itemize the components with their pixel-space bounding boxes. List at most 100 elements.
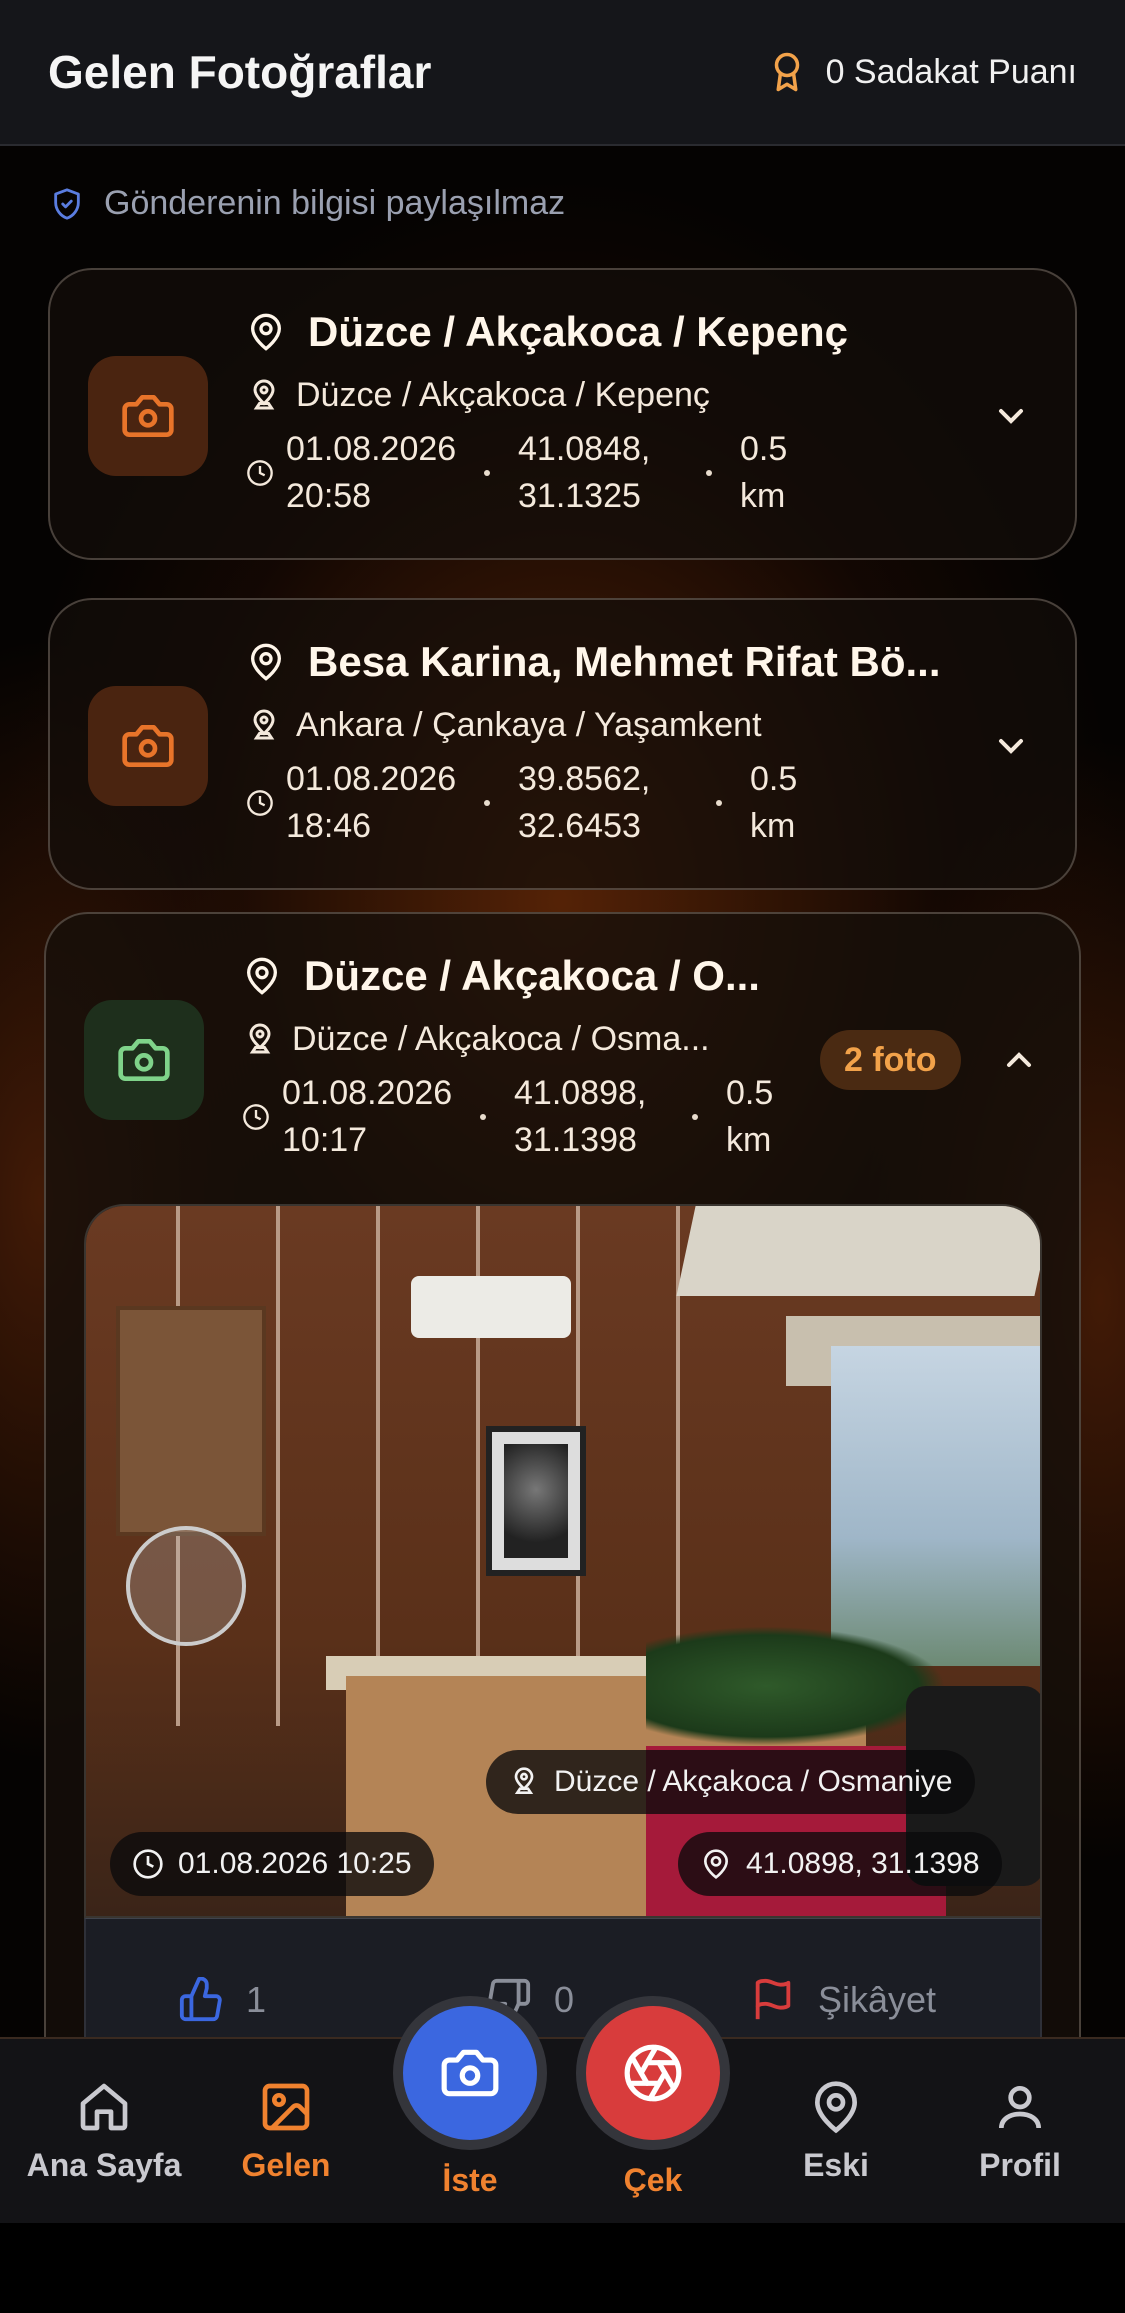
card-lon: 31.1325 — [518, 477, 641, 515]
camera-icon — [118, 1039, 170, 1081]
page-title: Gelen Fotoğraflar — [48, 46, 432, 98]
nav-profile[interactable]: Profil — [930, 2079, 1110, 2184]
photo-coords-chip: 41.0898, 31.1398 — [678, 1832, 1002, 1896]
map-pin-icon — [703, 1849, 729, 1880]
map-pin-icon — [250, 643, 282, 681]
photo-detail — [676, 1206, 1040, 1296]
card-title: Düzce / Akçakoca / Kepenç — [246, 308, 848, 356]
map-pin-icon — [250, 313, 282, 351]
card-time: 10:17 — [282, 1121, 368, 1159]
nav-old[interactable]: Eski — [746, 2079, 926, 2184]
flag-icon — [755, 1978, 791, 2020]
user-pin-icon — [249, 1023, 271, 1053]
user-pin-icon — [253, 709, 275, 739]
capture-photo-button[interactable] — [576, 1996, 730, 2150]
loyalty-points[interactable]: 0 Sadakat Puanı — [766, 51, 1077, 93]
clock-icon — [247, 460, 273, 486]
card-distance-unit: km — [750, 807, 796, 845]
user-icon — [999, 2086, 1041, 2129]
card-meta: 01.08.2026 20:58 41.0848, 31.1325 0.5 km — [246, 426, 787, 520]
nav-home-label: Ana Sayfa — [26, 2147, 182, 2183]
request-photo-label: İste — [442, 2162, 498, 2198]
card-date: 01.08.2026 — [286, 430, 457, 468]
chevron-down-icon[interactable] — [991, 726, 1031, 766]
card-title: Besa Karina, Mehmet Rifat Bö... — [246, 638, 940, 686]
like-count: 1 — [246, 1979, 267, 2020]
nav-home[interactable]: Ana Sayfa — [14, 2079, 194, 2184]
card-lat: 41.0898, — [514, 1074, 647, 1112]
card-meta: 01.08.2026 18:46 39.8562, 32.6453 0.5 km — [246, 756, 797, 850]
photo-actions: 1 0 Şikâyet — [84, 1918, 1042, 2054]
card-title-text: Düzce / Akçakoca / Kepenç — [308, 308, 849, 355]
top-bar: Gelen Fotoğraflar 0 Sadakat Puanı — [0, 0, 1125, 146]
photo-card[interactable]: Besa Karina, Mehmet Rifat Bö... Ankara /… — [48, 598, 1077, 890]
capture-photo-label: Çek — [623, 2162, 683, 2198]
points-label: 0 Sadakat Puanı — [825, 52, 1077, 91]
camera-icon — [122, 395, 174, 437]
separator-dot — [716, 800, 722, 806]
user-pin-icon — [514, 1767, 534, 1794]
card-time: 18:46 — [286, 807, 372, 845]
card-subtitle-text: Ankara / Çankaya / Yaşamkent — [296, 706, 762, 744]
privacy-text: Gönderenin bilgisi paylaşılmaz — [104, 184, 566, 222]
photo-detail — [116, 1306, 266, 1536]
photo-coords-text: 41.0898, 31.1398 — [746, 1847, 980, 1880]
privacy-note: Gönderenin bilgisi paylaşılmaz — [50, 184, 565, 223]
separator-dot — [484, 800, 490, 806]
card-subtitle-text: Düzce / Akçakoca / Osma... — [292, 1020, 710, 1058]
card-distance-unit: km — [726, 1121, 772, 1159]
card-date: 01.08.2026 — [282, 1074, 453, 1112]
photo-detail — [276, 1206, 280, 1726]
card-title: Düzce / Akçakoca / O... — [242, 952, 760, 1000]
separator-dot — [484, 470, 490, 476]
separator-dot — [692, 1114, 698, 1120]
separator-dot — [706, 470, 712, 476]
home-icon — [80, 2083, 128, 2131]
photo-location-chip: Düzce / Akçakoca / Osmaniye — [486, 1750, 975, 1814]
chevron-up-icon[interactable] — [999, 1040, 1039, 1080]
card-lon: 31.1398 — [514, 1121, 637, 1159]
clock-icon — [243, 1104, 269, 1130]
photo-count-badge: 2 foto — [820, 1030, 961, 1090]
card-subtitle-text: Düzce / Akçakoca / Kepenç — [296, 376, 710, 414]
award-icon — [774, 52, 799, 92]
card-title-text: Besa Karina, Mehmet Rifat Bö... — [308, 638, 941, 685]
nav-old-label: Eski — [803, 2147, 869, 2183]
clock-icon — [247, 790, 273, 816]
camera-icon-box — [84, 1000, 204, 1120]
nav-incoming[interactable]: Gelen — [196, 2079, 376, 2184]
card-subtitle: Düzce / Akçakoca / Osma... — [242, 1020, 710, 1059]
map-pin-icon — [246, 957, 278, 995]
card-distance: 0.5 — [740, 430, 788, 468]
chevron-down-icon[interactable] — [991, 396, 1031, 436]
card-distance: 0.5 — [726, 1074, 774, 1112]
photo-detail — [831, 1346, 1040, 1666]
card-title-text: Düzce / Akçakoca / O... — [304, 952, 760, 999]
nav-profile-label: Profil — [979, 2147, 1061, 2183]
photo-card[interactable]: Düzce / Akçakoca / Kepenç Düzce / Akçako… — [48, 268, 1077, 560]
card-date: 01.08.2026 — [286, 760, 457, 798]
like-button[interactable]: 1 — [178, 1977, 266, 2023]
photo-detail — [486, 1426, 586, 1576]
thumbs-up-icon — [179, 1977, 222, 2022]
camera-icon-box — [88, 686, 208, 806]
dislike-count: 0 — [554, 1979, 575, 2020]
card-time: 20:58 — [286, 477, 372, 515]
card-distance: 0.5 — [750, 760, 798, 798]
camera-icon — [122, 725, 174, 767]
request-photo-button[interactable] — [393, 1996, 547, 2150]
nav-incoming-label: Gelen — [241, 2147, 331, 2183]
image-icon — [262, 2083, 310, 2131]
report-label: Şikâyet — [818, 1979, 937, 2020]
camera-icon — [441, 2049, 499, 2097]
card-distance-unit: km — [740, 477, 786, 515]
photo-detail — [646, 1626, 946, 1746]
photo-viewer[interactable]: Düzce / Akçakoca / Osmaniye 01.08.2026 1… — [84, 1204, 1042, 1918]
shield-check-icon — [54, 187, 80, 220]
report-button[interactable]: Şikâyet — [750, 1977, 936, 2023]
photo-card-expanded[interactable]: Düzce / Akçakoca / O... Düzce / Akçakoca… — [44, 912, 1081, 2054]
photo-location-text: Düzce / Akçakoca / Osmaniye — [554, 1765, 953, 1798]
card-subtitle: Düzce / Akçakoca / Kepenç — [246, 376, 710, 415]
aperture-icon — [624, 2044, 682, 2102]
card-lon: 32.6453 — [518, 807, 641, 845]
